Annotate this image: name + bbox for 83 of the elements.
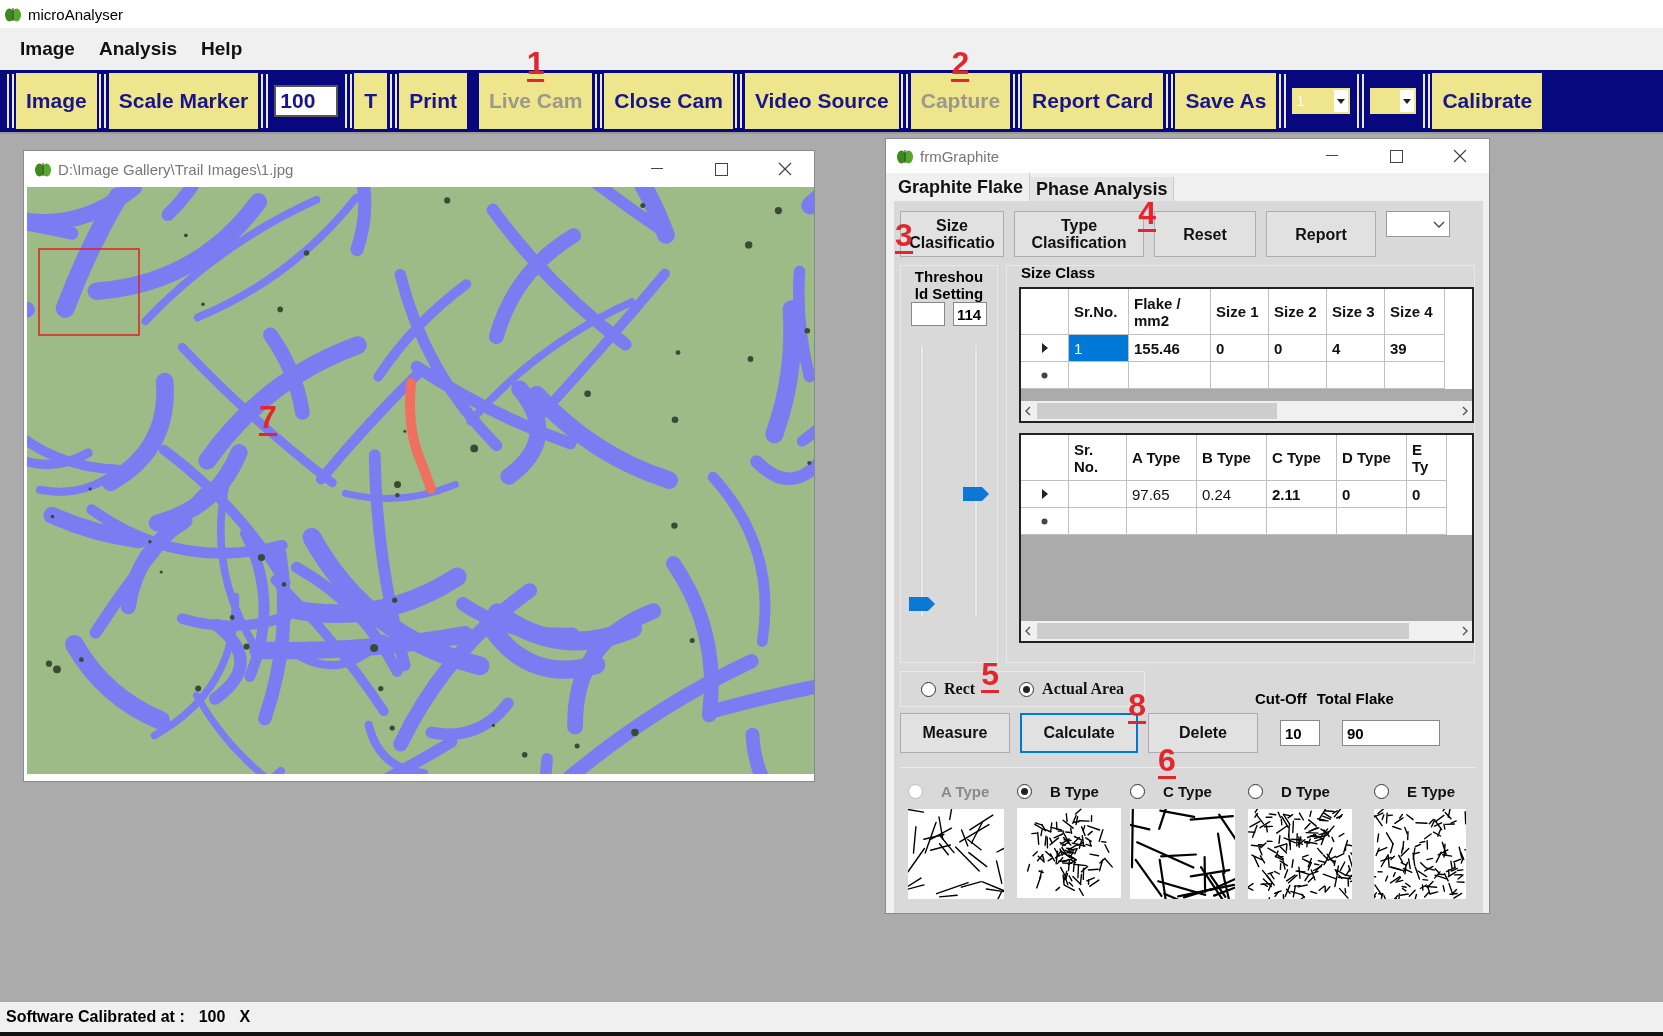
leaf-icon [34,161,52,177]
radio-option[interactable]: B Type [1017,780,1099,802]
new-row-icon [1041,371,1048,379]
table-cell[interactable] [1327,362,1385,389]
radio-button[interactable] [1017,783,1032,799]
window-title: D:\Image Gallery\Trail Images\1.jpg [58,160,295,178]
chevron-down-icon [1433,220,1445,228]
radio-option[interactable]: E Type [1374,780,1456,802]
threshold-max-field[interactable]: 114 [953,302,987,326]
maximize-icon[interactable] [1389,149,1403,163]
table-cell[interactable]: 1 [1069,335,1129,362]
table-cell[interactable] [1069,362,1129,389]
action-button[interactable]: Measure [900,713,1010,753]
close-icon[interactable] [778,162,792,176]
scroll-right-icon[interactable] [1462,406,1468,416]
radio-option[interactable]: D Type [1248,780,1330,802]
radio-button[interactable] [1019,681,1035,697]
table-cell [1337,508,1407,535]
status-value: 100 [198,1008,226,1026]
radio-button[interactable] [1374,783,1389,799]
radio-button[interactable] [1130,783,1145,799]
slider-thumb[interactable] [909,596,935,611]
total-flake-field[interactable]: 90 [1342,720,1440,746]
callout-number: 5 [981,658,1000,693]
threshold-label: Threshou ld Setting [914,268,984,302]
current-row-icon [1041,343,1048,353]
toolbar-button[interactable]: Image [16,73,97,129]
menu-item[interactable]: Analysis [86,38,190,60]
dropdown[interactable] [1370,88,1417,114]
radio-option[interactable]: Rect [921,680,976,698]
minimize-icon[interactable] [651,168,663,170]
toolbar-button[interactable]: Video Source [744,73,899,129]
threshold-min-field[interactable] [911,302,945,326]
app-title: microAnalyser [28,5,124,23]
table-cell [1267,508,1337,535]
table-cell[interactable] [1385,362,1445,389]
radio-option[interactable]: C Type [1130,780,1212,802]
leaf-icon [896,148,914,164]
toolbar-button[interactable]: Print [399,73,467,129]
tab[interactable]: Phase Analysis [1030,177,1175,201]
radio-button[interactable] [921,681,936,697]
toolbar-button[interactable]: T [354,73,388,129]
menu-item[interactable]: Help [189,38,255,60]
status-unit: X [239,1008,251,1026]
scroll-right-icon[interactable] [1462,626,1468,636]
caret-icon [1403,98,1412,104]
callout-number: 7 [259,401,277,436]
table-cell [1407,508,1447,535]
toolbar-button[interactable]: Scale Marker [108,73,259,129]
menu-item[interactable]: Image [8,38,87,60]
form-button[interactable]: Report [1266,211,1376,257]
table-cell [1127,508,1197,535]
scroll-left-icon[interactable] [1025,626,1031,636]
leaf-icon [4,6,22,22]
radio-button[interactable] [1248,783,1263,799]
close-icon[interactable] [1453,149,1467,163]
new-row-icon [1041,517,1048,525]
caret-icon [1337,98,1346,104]
table-cell [1197,508,1267,535]
zoom-field[interactable]: 100 [274,85,339,117]
slider-thumb[interactable] [963,486,989,501]
table-cell[interactable] [1211,362,1269,389]
scroll-left-icon[interactable] [1025,406,1031,416]
radio-option[interactable]: Actual Area [1019,680,1124,698]
cut-off-field[interactable]: 10 [1280,720,1320,746]
window-title: frmGraphite [920,147,1001,165]
current-row-icon [1041,489,1048,499]
maximize-icon[interactable] [714,162,728,176]
toolbar-button[interactable]: Close Cam [604,73,733,129]
group-title: Size Class [1021,264,1097,281]
callout-number: 6 [1158,744,1176,779]
minimize-icon[interactable] [1326,155,1338,157]
total-flake-label: Total Flake [1316,690,1394,707]
table-cell[interactable] [1129,362,1211,389]
cut-off-label: Cut-Off [1255,690,1307,707]
status-label: Software Calibrated at : [6,1008,185,1026]
toolbar-button[interactable]: Save As [1175,73,1277,129]
toolbar-button[interactable]: Calibrate [1432,73,1543,129]
table-cell[interactable] [1269,362,1327,389]
horizontal-scrollbar[interactable] [1021,401,1472,421]
table-cell [1069,508,1127,535]
toolbar-button[interactable]: Report Card [1022,73,1164,129]
horizontal-scrollbar[interactable] [1021,621,1472,641]
